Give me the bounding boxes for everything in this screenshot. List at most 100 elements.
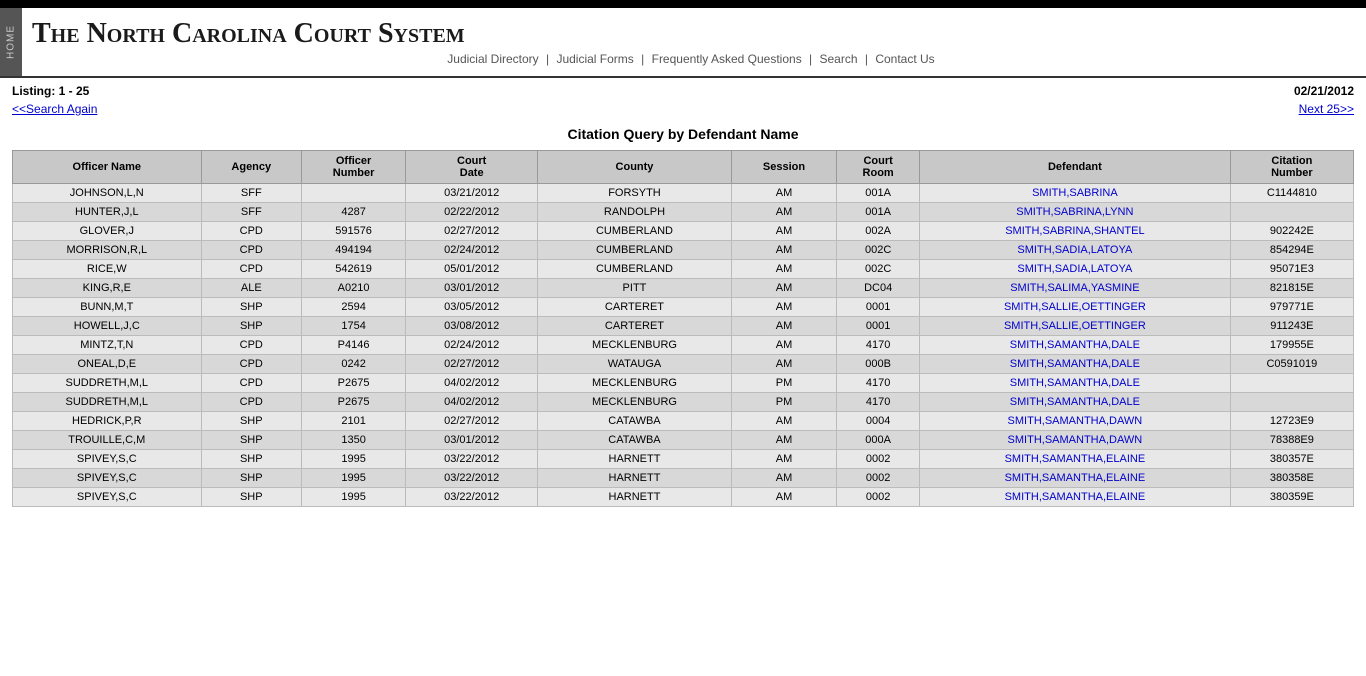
cell-county: PITT: [538, 279, 732, 298]
nav-search[interactable]: Search: [820, 52, 858, 66]
cell-session: AM: [731, 241, 836, 260]
cell-agency: SHP: [201, 450, 301, 469]
cell-citation: 12723E9: [1230, 412, 1353, 431]
cell-court-date: 02/24/2012: [406, 241, 538, 260]
table-row: HEDRICK,P,RSHP210102/27/2012CATAWBAAM000…: [13, 412, 1354, 431]
cell-agency: SHP: [201, 469, 301, 488]
cell-county: CUMBERLAND: [538, 241, 732, 260]
cell-session: AM: [731, 317, 836, 336]
cell-court-room: 000B: [837, 355, 920, 374]
table-row: GLOVER,JCPD59157602/27/2012CUMBERLANDAM0…: [13, 222, 1354, 241]
table-row: HOWELL,J,CSHP175403/08/2012CARTERETAM000…: [13, 317, 1354, 336]
cell-court-date: 02/24/2012: [406, 336, 538, 355]
col-court-room: CourtRoom: [837, 151, 920, 184]
cell-defendant[interactable]: SMITH,SAMANTHA,DALE: [920, 393, 1231, 412]
nav-bar: Judicial Directory | Judicial Forms | Fr…: [32, 50, 1350, 72]
cell-defendant[interactable]: SMITH,SAMANTHA,ELAINE: [920, 450, 1231, 469]
next-link[interactable]: Next 25>>: [1299, 102, 1354, 116]
cell-defendant[interactable]: SMITH,SAMANTHA,DALE: [920, 336, 1231, 355]
defendant-link[interactable]: SMITH,SAMANTHA,DALE: [1010, 358, 1140, 370]
defendant-link[interactable]: SMITH,SAMANTHA,ELAINE: [1005, 453, 1146, 465]
nav-judicial-forms[interactable]: Judicial Forms: [556, 52, 633, 66]
cell-court-room: 4170: [837, 393, 920, 412]
cell-officer-num: P2675: [302, 374, 406, 393]
nav-contact[interactable]: Contact Us: [875, 52, 934, 66]
defendant-link[interactable]: SMITH,SAMANTHA,DALE: [1010, 339, 1140, 351]
listing-date: 02/21/2012: [1294, 84, 1354, 98]
defendant-link[interactable]: SMITH,SAMANTHA,DAWN: [1008, 415, 1143, 427]
cell-defendant[interactable]: SMITH,SAMANTHA,DALE: [920, 355, 1231, 374]
nav-links: <<Search Again Next 25>>: [12, 102, 1354, 116]
col-officer-name: Officer Name: [13, 151, 202, 184]
table-row: RICE,WCPD54261905/01/2012CUMBERLANDAM002…: [13, 260, 1354, 279]
cell-officer-num: 1995: [302, 450, 406, 469]
cell-citation: C0591019: [1230, 355, 1353, 374]
defendant-link[interactable]: SMITH,SAMANTHA,DALE: [1010, 396, 1140, 408]
cell-defendant[interactable]: SMITH,SAMANTHA,DALE: [920, 374, 1231, 393]
table-row: TROUILLE,C,MSHP135003/01/2012CATAWBAAM00…: [13, 431, 1354, 450]
cell-officer-num: 2101: [302, 412, 406, 431]
defendant-link[interactable]: SMITH,SADIA,LATOYA: [1017, 263, 1132, 275]
cell-court-date: 03/22/2012: [406, 450, 538, 469]
cell-county: MECKLENBURG: [538, 336, 732, 355]
cell-officer-num: 542619: [302, 260, 406, 279]
cell-county: CUMBERLAND: [538, 222, 732, 241]
cell-defendant[interactable]: SMITH,SADIA,LATOYA: [920, 260, 1231, 279]
cell-county: CARTERET: [538, 298, 732, 317]
defendant-link[interactable]: SMITH,SAMANTHA,ELAINE: [1005, 491, 1146, 503]
cell-officer-num: A0210: [302, 279, 406, 298]
col-county: County: [538, 151, 732, 184]
cell-court-date: 02/27/2012: [406, 222, 538, 241]
cell-defendant[interactable]: SMITH,SABRINA,SHANTEL: [920, 222, 1231, 241]
cell-county: WATAUGA: [538, 355, 732, 374]
defendant-link[interactable]: SMITH,SALLIE,OETTINGER: [1004, 301, 1146, 313]
cell-session: AM: [731, 469, 836, 488]
cell-defendant[interactable]: SMITH,SABRINA: [920, 184, 1231, 203]
nav-judicial-directory[interactable]: Judicial Directory: [447, 52, 538, 66]
defendant-link[interactable]: SMITH,SALIMA,YASMINE: [1010, 282, 1139, 294]
home-tab[interactable]: HOME: [0, 8, 22, 76]
listing-info: Listing: 1 - 25: [12, 84, 89, 98]
cell-agency: CPD: [201, 355, 301, 374]
cell-officer-num: 591576: [302, 222, 406, 241]
defendant-link[interactable]: SMITH,SAMANTHA,DALE: [1010, 377, 1140, 389]
cell-agency: SFF: [201, 203, 301, 222]
cell-defendant[interactable]: SMITH,SAMANTHA,DAWN: [920, 412, 1231, 431]
cell-session: AM: [731, 355, 836, 374]
listing-bar: Listing: 1 - 25 02/21/2012: [12, 84, 1354, 98]
cell-session: AM: [731, 450, 836, 469]
cell-citation: [1230, 203, 1353, 222]
table-row: ONEAL,D,ECPD024202/27/2012WATAUGAAM000BS…: [13, 355, 1354, 374]
cell-session: AM: [731, 184, 836, 203]
defendant-link[interactable]: SMITH,SABRINA,LYNN: [1016, 206, 1133, 218]
cell-defendant[interactable]: SMITH,SAMANTHA,DAWN: [920, 431, 1231, 450]
nav-faq[interactable]: Frequently Asked Questions: [652, 52, 802, 66]
table-row: BUNN,M,TSHP259403/05/2012CARTERETAM0001S…: [13, 298, 1354, 317]
cell-county: CATAWBA: [538, 412, 732, 431]
cell-defendant[interactable]: SMITH,SALLIE,OETTINGER: [920, 317, 1231, 336]
cell-defendant[interactable]: SMITH,SAMANTHA,ELAINE: [920, 488, 1231, 507]
cell-defendant[interactable]: SMITH,SAMANTHA,ELAINE: [920, 469, 1231, 488]
cell-court-room: 0002: [837, 469, 920, 488]
cell-defendant[interactable]: SMITH,SADIA,LATOYA: [920, 241, 1231, 260]
cell-citation: C1144810: [1230, 184, 1353, 203]
defendant-link[interactable]: SMITH,SABRINA,SHANTEL: [1005, 225, 1144, 237]
defendant-link[interactable]: SMITH,SAMANTHA,ELAINE: [1005, 472, 1146, 484]
cell-officer-num: 0242: [302, 355, 406, 374]
defendant-link[interactable]: SMITH,SADIA,LATOYA: [1017, 244, 1132, 256]
site-title: The North Carolina Court System: [32, 18, 1350, 50]
cell-county: HARNETT: [538, 469, 732, 488]
cell-citation: [1230, 374, 1353, 393]
search-again-link[interactable]: <<Search Again: [12, 102, 97, 116]
cell-defendant[interactable]: SMITH,SALLIE,OETTINGER: [920, 298, 1231, 317]
cell-defendant[interactable]: SMITH,SALIMA,YASMINE: [920, 279, 1231, 298]
defendant-link[interactable]: SMITH,SALLIE,OETTINGER: [1004, 320, 1146, 332]
cell-citation: 78388E9: [1230, 431, 1353, 450]
cell-defendant[interactable]: SMITH,SABRINA,LYNN: [920, 203, 1231, 222]
cell-court-date: 02/27/2012: [406, 355, 538, 374]
top-bar: [0, 0, 1366, 8]
defendant-link[interactable]: SMITH,SABRINA: [1032, 187, 1118, 199]
page-title: Citation Query by Defendant Name: [12, 126, 1354, 142]
cell-citation: 380357E: [1230, 450, 1353, 469]
defendant-link[interactable]: SMITH,SAMANTHA,DAWN: [1008, 434, 1143, 446]
